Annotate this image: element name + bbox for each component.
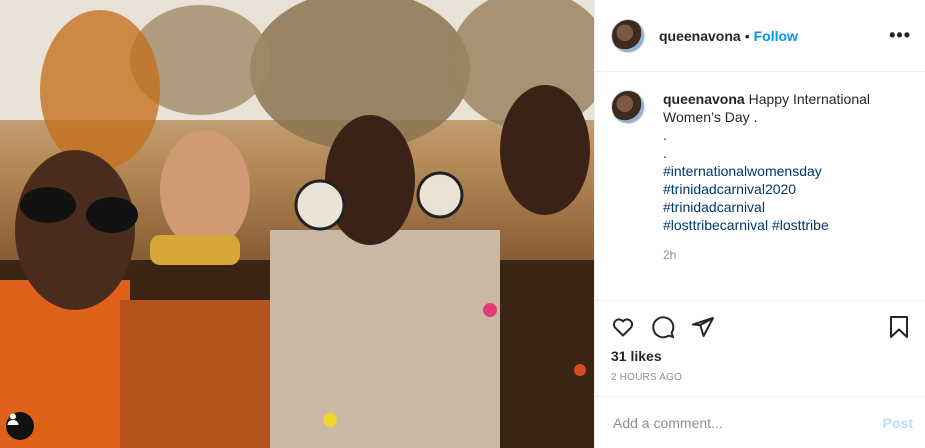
comment-icon[interactable]: [651, 315, 675, 339]
comment-bar: Post: [595, 396, 925, 448]
caption-dot-2: .: [663, 145, 667, 161]
likes-count[interactable]: 31 likes: [611, 348, 662, 364]
post-comment-button[interactable]: Post: [883, 415, 913, 431]
caption-text: queenavona Happy International Women’s D…: [663, 90, 883, 264]
follow-button[interactable]: Follow: [754, 28, 798, 44]
more-options-icon[interactable]: •••: [889, 25, 911, 46]
caption-username[interactable]: queenavona: [663, 91, 745, 107]
action-bar: [595, 300, 925, 352]
hashtag-link[interactable]: #trinidadcarnival: [663, 198, 883, 216]
caption-timestamp: 2h: [663, 248, 677, 262]
caption-dot-1: .: [663, 127, 667, 143]
post-header: queenavona • Follow •••: [595, 0, 925, 72]
tagged-user-icon[interactable]: [6, 412, 34, 440]
caption-section: queenavona Happy International Women’s D…: [595, 72, 925, 300]
header-username[interactable]: queenavona: [659, 28, 741, 44]
hashtag-link[interactable]: #losttribecarnival #losttribe: [663, 216, 883, 234]
post-side-panel: queenavona • Follow ••• queenavona Happy…: [594, 0, 925, 448]
header-separator: •: [744, 27, 750, 44]
hashtag-link[interactable]: #internationalwomensday: [663, 162, 883, 180]
avatar[interactable]: [611, 18, 645, 53]
hashtag-link[interactable]: #trinidadcarnival2020: [663, 180, 883, 198]
share-icon[interactable]: [691, 315, 715, 339]
post-timestamp: 2 HOURS AGO: [611, 372, 683, 383]
bookmark-icon[interactable]: [887, 315, 911, 339]
heart-icon[interactable]: [611, 315, 635, 339]
caption-avatar[interactable]: [611, 90, 645, 124]
post-image[interactable]: [0, 0, 594, 448]
comment-input[interactable]: [611, 413, 883, 432]
carnival-photo-illustration: [0, 0, 594, 448]
